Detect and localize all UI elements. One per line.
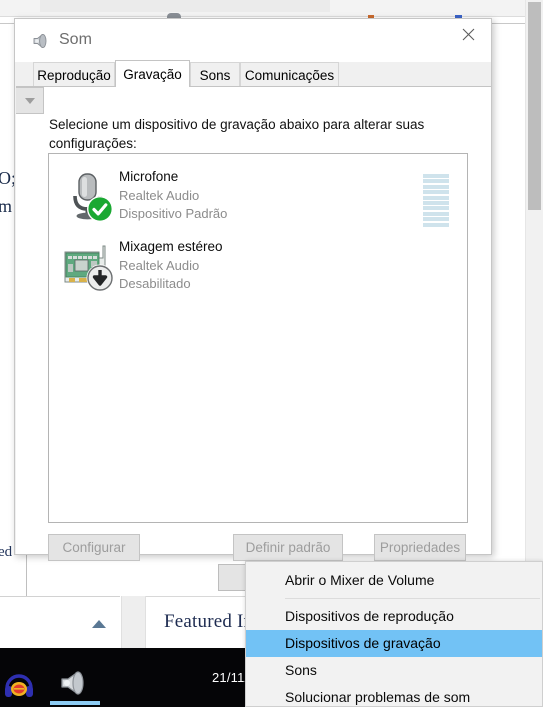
background-text-fragment-2: m	[0, 196, 13, 216]
tab-sons[interactable]: Sons	[190, 62, 240, 87]
collapse-up-arrow-icon[interactable]	[92, 620, 106, 628]
menu-item-recording-devices[interactable]: Dispositivos de gravação	[246, 630, 542, 657]
meter-segment	[423, 206, 449, 211]
background-text-fragment-3: ed	[0, 544, 13, 560]
properties-button-label: Propriedades	[379, 540, 461, 555]
set-default-button[interactable]: Definir padrão	[233, 534, 343, 561]
menu-item-sounds[interactable]: Sons	[246, 657, 542, 684]
properties-button[interactable]: Propriedades	[374, 534, 466, 561]
menu-item-troubleshoot-sound[interactable]: Solucionar problemas de som	[246, 684, 542, 707]
taskbar-active-indicator	[50, 701, 100, 705]
device-driver: Realtek Audio	[119, 258, 200, 273]
close-icon[interactable]	[446, 19, 491, 49]
set-default-button-label: Definir padrão	[245, 540, 331, 555]
meter-segment	[423, 184, 449, 189]
meter-segment	[423, 174, 449, 178]
meter-segment	[423, 179, 449, 184]
configure-button-label: Configurar	[62, 540, 126, 555]
meter-segment	[423, 200, 449, 205]
menu-item-open-volume-mixer[interactable]: Abrir o Mixer de Volume	[246, 567, 542, 594]
device-name: Microfone	[119, 169, 179, 184]
volume-context-menu: Abrir o Mixer de Volume Dispositivos de …	[245, 561, 543, 707]
background-side-column	[121, 596, 146, 648]
recording-device-list[interactable]: Microfone Realtek Audio Dispositivo Padr…	[48, 153, 468, 523]
tab-comunicacoes[interactable]: Comunicações	[240, 62, 339, 87]
speaker-icon	[32, 32, 51, 50]
tab-label: Gravação	[123, 66, 182, 82]
device-driver: Realtek Audio	[119, 188, 200, 203]
dialog-title: Som	[59, 31, 92, 48]
level-meter	[423, 174, 449, 228]
menu-item-label: Dispositivos de reprodução	[285, 608, 454, 624]
list-item[interactable]: Mixagem estéreo Realtek Audio Desabilita…	[49, 236, 467, 306]
menu-separator	[285, 598, 540, 599]
meter-segment	[423, 217, 449, 222]
tab-label: Reprodução	[37, 67, 111, 83]
device-status: Desabilitado	[119, 276, 191, 291]
screen: O; m ed Featured In 21/11/2017	[0, 0, 543, 707]
menu-item-label: Solucionar problemas de som	[285, 689, 471, 705]
sound-dialog: Som Reprodução Gravação Sons Comunicaçõe…	[14, 18, 492, 561]
tabstrip: Reprodução Gravação Sons Comunicações	[16, 60, 491, 87]
tab-gravacao[interactable]: Gravação	[115, 60, 190, 87]
headphones-icon[interactable]	[4, 672, 34, 698]
meter-segment	[423, 195, 449, 200]
chevron-down-icon	[24, 97, 35, 104]
meter-segment	[423, 190, 449, 195]
configure-button[interactable]: Configurar	[48, 534, 140, 561]
tab-label: Comunicações	[244, 67, 335, 83]
set-default-dropdown-button[interactable]	[16, 87, 44, 114]
tab-reproducao[interactable]: Reprodução	[33, 62, 115, 87]
background-left-rule-2	[0, 596, 120, 597]
device-status: Dispositivo Padrão	[119, 206, 228, 221]
menu-item-label: Sons	[285, 662, 317, 678]
tabstrip-baseline	[16, 86, 491, 87]
menu-item-label: Abrir o Mixer de Volume	[285, 572, 435, 588]
menu-item-playback-devices[interactable]: Dispositivos de reprodução	[246, 603, 542, 630]
tab-label: Sons	[199, 67, 231, 83]
speaker-icon-taskbar[interactable]	[58, 668, 92, 698]
tab-panel-gravacao: Selecione um dispositivo de gravação aba…	[16, 87, 491, 561]
browser-topbar-inner	[40, 0, 330, 12]
list-item[interactable]: Microfone Realtek Audio Dispositivo Padr…	[49, 166, 467, 236]
meter-segment	[423, 211, 449, 216]
panel-description: Selecione um dispositivo de gravação aba…	[49, 117, 425, 151]
scrollbar-thumb[interactable]	[528, 2, 541, 210]
meter-segment	[423, 222, 449, 227]
dialog-titlebar[interactable]: Som	[15, 19, 491, 62]
device-name: Mixagem estéreo	[119, 239, 223, 254]
menu-item-label: Dispositivos de gravação	[285, 635, 441, 651]
soundcard-icon	[63, 240, 117, 294]
featured-heading: Featured In	[164, 611, 254, 632]
microphone-icon	[63, 170, 117, 224]
